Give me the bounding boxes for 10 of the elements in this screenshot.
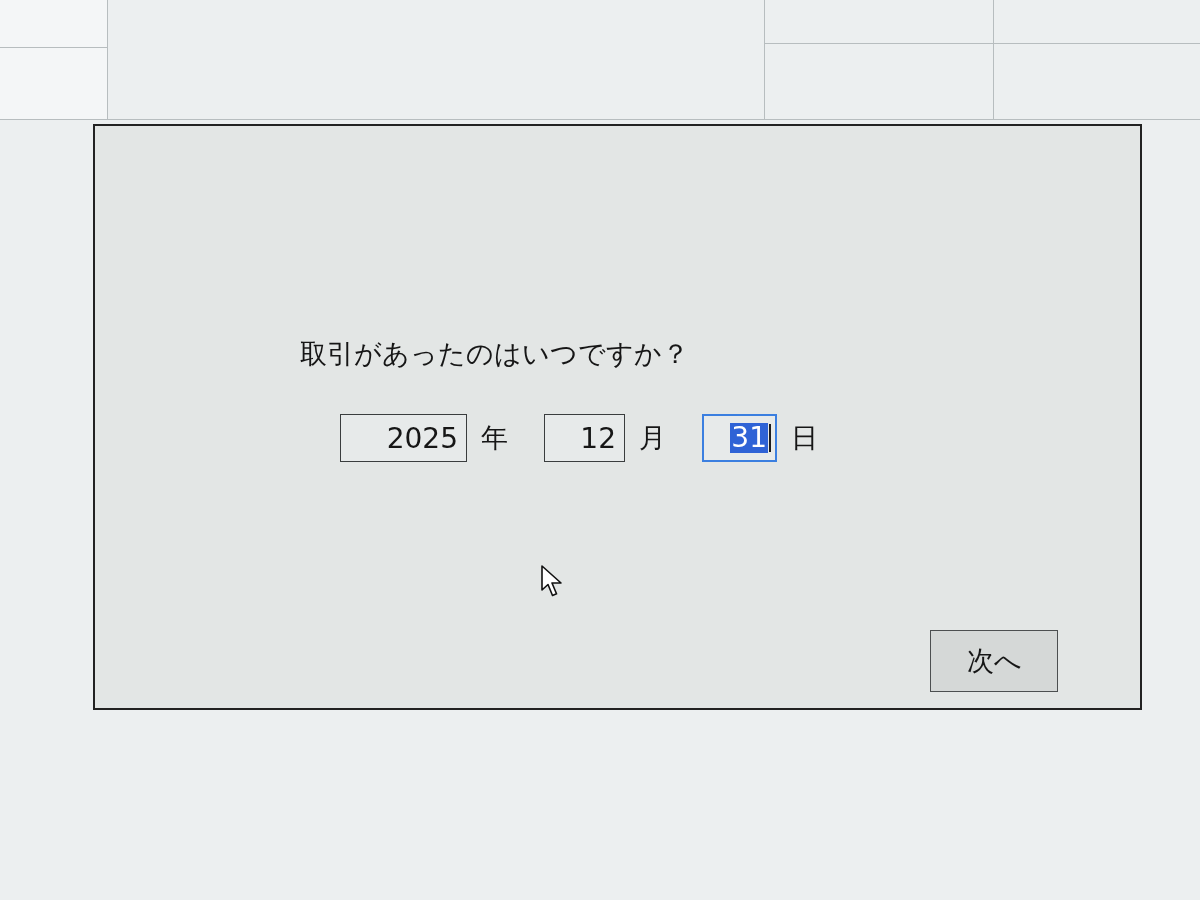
unit-label: 月 <box>639 421 666 455</box>
text-cursor-icon <box>769 424 771 452</box>
next-button[interactable]: 次へ <box>930 630 1058 692</box>
number-field[interactable]: 2025 <box>340 414 467 462</box>
mouse-pointer-icon <box>541 565 563 597</box>
number-field[interactable]: 31 <box>702 414 777 462</box>
number-field[interactable]: 12 <box>544 414 625 462</box>
question-text: 取引があったのはいつですか？ <box>300 337 689 371</box>
unit-label: 日 <box>791 421 818 455</box>
unit-label: 年 <box>481 421 508 455</box>
